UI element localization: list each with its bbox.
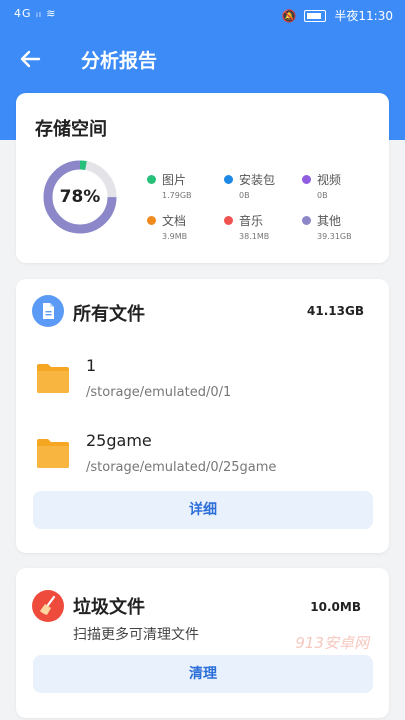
legend-size: 0B: [239, 191, 250, 200]
status-time: 半夜11:30: [334, 9, 393, 23]
legend-name: 其他: [317, 214, 342, 228]
back-arrow-icon[interactable]: [14, 44, 46, 74]
signal-wifi-icons: 4G ᵢₗ ≋: [14, 7, 57, 20]
junk-size: 10.0MB: [310, 600, 361, 614]
clean-button[interactable]: 清理: [33, 655, 373, 693]
folder-icon: [37, 439, 69, 468]
legend-name: 图片: [162, 173, 187, 187]
junk-subtitle: 扫描更多可清理文件: [73, 627, 199, 643]
legend-name: 安装包: [239, 173, 276, 187]
legend-dot: [302, 175, 311, 184]
storage-card: 存储空间 78% 图片 1.79GB 安装包 0B 视频 0B 文档 3.9MB…: [16, 93, 389, 263]
legend-dot: [147, 216, 156, 225]
legend-dot: [224, 216, 233, 225]
folder-path: /storage/emulated/0/1: [86, 385, 232, 400]
legend-name: 音乐: [239, 214, 264, 228]
legend-size: 1.79GB: [162, 191, 192, 200]
folder-item[interactable]: 1 /storage/emulated/0/1: [33, 352, 373, 412]
legend-dot: [302, 216, 311, 225]
status-bar: 4G ᵢₗ ≋ 🔕 半夜11:30: [0, 0, 405, 30]
storage-title: 存储空间: [35, 119, 107, 140]
all-files-size: 41.13GB: [307, 304, 364, 318]
legend-size: 3.9MB: [162, 232, 188, 241]
legend-name: 文档: [162, 214, 187, 228]
broom-icon: [32, 590, 64, 622]
document-icon: [32, 295, 64, 327]
folder-name: 1: [86, 356, 97, 375]
page-title: 分析报告: [81, 50, 158, 72]
junk-files-card: 垃圾文件 10.0MB 扫描更多可清理文件 913安卓网 清理: [16, 568, 389, 718]
legend-size: 39.31GB: [317, 232, 352, 241]
folder-name: 25game: [86, 431, 152, 450]
legend-size: 38.1MB: [239, 232, 270, 241]
mute-icon: 🔕: [281, 8, 297, 23]
folder-icon: [37, 364, 69, 393]
all-files-card: 所有文件 41.13GB 1 /storage/emulated/0/1 25g…: [16, 279, 389, 553]
legend-dot: [224, 175, 233, 184]
folder-item[interactable]: 25game /storage/emulated/0/25game: [33, 427, 373, 487]
watermark: 913安卓网: [295, 634, 369, 652]
legend-size: 0B: [317, 191, 328, 200]
detail-button[interactable]: 详细: [33, 491, 373, 529]
all-files-title: 所有文件: [73, 304, 145, 325]
battery-icon: [304, 9, 327, 22]
legend-dot: [147, 175, 156, 184]
status-right: 🔕 半夜11:30: [281, 7, 393, 24]
folder-path: /storage/emulated/0/25game: [86, 460, 277, 475]
junk-title: 垃圾文件: [73, 597, 145, 618]
storage-percent: 78%: [59, 187, 101, 207]
legend-name: 视频: [317, 173, 342, 187]
